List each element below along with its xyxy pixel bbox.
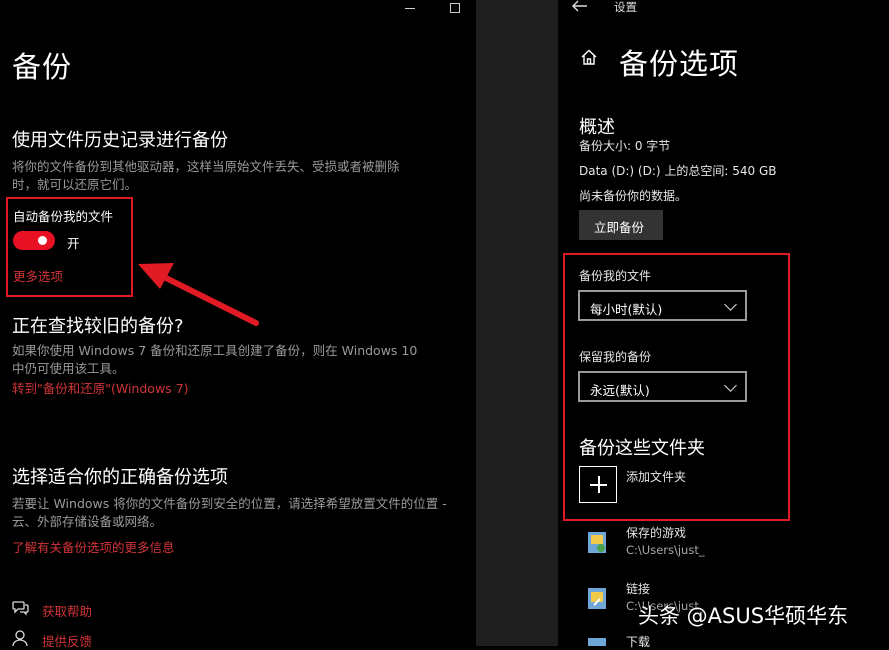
folder-downloads-icon — [588, 638, 606, 646]
get-help-icon — [12, 601, 29, 616]
toggle-knob — [38, 236, 47, 245]
plus-icon-vertical — [598, 476, 600, 493]
maximize-icon[interactable] — [450, 3, 460, 13]
right-settings-panel: 设置 备份选项 概述 备份大小: 0 字节 Data (D:) (D:) 上的总… — [558, 0, 889, 649]
add-folder-button[interactable] — [579, 466, 617, 503]
section-heading-older-backups: 正在查找较旧的备份? — [12, 316, 184, 337]
backup-options-title: 备份选项 — [619, 47, 740, 81]
back-arrow-icon[interactable] — [572, 0, 588, 12]
feedback-link[interactable]: 提供反馈 — [42, 631, 92, 650]
watermark: 头条 @ASUS华硕华东 — [638, 604, 849, 628]
auto-backup-label: 自动备份我的文件 — [13, 209, 114, 224]
folder-name: 下载 — [626, 635, 651, 649]
left-settings-panel: 备份 使用文件历史记录进行备份 将你的文件备份到其他驱动器，这样当原始文件丢失、… — [0, 0, 476, 649]
window-gap — [476, 0, 558, 646]
folder-name: 保存的游戏 — [626, 526, 687, 540]
backup-size-text: 备份大小: 0 字节 — [579, 139, 671, 153]
backup-frequency-label: 备份我的文件 — [579, 269, 652, 283]
backup-folders-heading: 备份这些文件夹 — [579, 438, 705, 459]
total-space-text: Data (D:) (D:) 上的总空间: 540 GB — [579, 164, 777, 178]
section-heading-backup-options: 选择适合你的正确备份选项 — [12, 467, 228, 488]
list-item[interactable]: 下载 — [586, 630, 886, 649]
folder-games-icon — [588, 532, 606, 553]
backup-restore-win7-link[interactable]: 转到"备份和还原"(Windows 7) — [12, 378, 188, 397]
list-item[interactable]: 保存的游戏 C:\Users\just_ — [586, 521, 886, 565]
minimize-icon[interactable] — [405, 8, 415, 9]
feedback-icon — [12, 630, 28, 646]
overview-heading: 概述 — [579, 117, 615, 138]
folder-name: 链接 — [626, 582, 651, 596]
backup-frequency-dropdown[interactable]: 每小时(默认) — [578, 290, 747, 321]
keep-backups-dropdown[interactable]: 永远(默认) — [578, 371, 747, 402]
backup-status-text: 尚未备份你的数据。 — [579, 189, 688, 203]
backup-now-button[interactable]: 立即备份 — [579, 210, 663, 240]
keep-backups-label: 保留我的备份 — [579, 350, 652, 364]
add-folder-label[interactable]: 添加文件夹 — [626, 468, 686, 485]
get-help-link[interactable]: 获取帮助 — [42, 601, 92, 620]
chevron-down-icon — [724, 298, 737, 311]
toggle-state-text: 开 — [67, 236, 80, 251]
auto-backup-toggle[interactable] — [13, 231, 55, 250]
chevron-down-icon — [724, 379, 737, 392]
folder-path: C:\Users\just_ — [626, 543, 705, 557]
file-history-description: 将你的文件备份到其他驱动器，这样当原始文件丢失、受损或者被删除 时，就可以还原它… — [12, 159, 400, 192]
page-title: 备份 — [12, 50, 73, 84]
section-heading-file-history: 使用文件历史记录进行备份 — [12, 130, 228, 151]
folder-links-icon — [588, 588, 606, 609]
learn-more-link[interactable]: 了解有关备份选项的更多信息 — [12, 537, 175, 556]
older-backups-description: 如果你使用 Windows 7 备份和还原工具创建了备份，则在 Windows … — [12, 343, 418, 376]
window-title: 设置 — [614, 0, 637, 14]
more-options-link[interactable]: 更多选项 — [13, 266, 63, 285]
home-icon[interactable] — [580, 49, 598, 65]
backup-options-description: 若要让 Windows 将你的文件备份到安全的位置，请选择希望放置文件的位置 -… — [12, 496, 447, 529]
